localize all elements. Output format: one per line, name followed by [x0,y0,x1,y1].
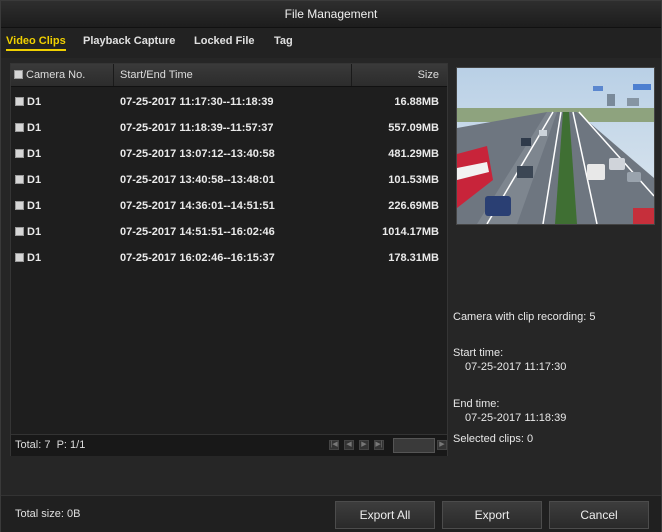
row-size: 481.29MB [388,148,439,160]
select-all-checkbox-icon[interactable] [14,70,23,79]
header-camera-no[interactable]: Camera No. [11,64,113,86]
row-time: 07-25-2017 13:40:58--13:48:01 [120,174,275,186]
start-time-value: 07-25-2017 11:17:30 [465,361,567,373]
header-camera-label: Camera No. [26,69,86,81]
file-management-window: File Management Video Clips Playback Cap… [0,0,662,532]
end-time-value: 07-25-2017 11:18:39 [465,412,567,424]
tab-tag[interactable]: Tag [274,35,293,47]
row-checkbox-icon[interactable] [15,123,24,132]
clip-list-panel: Camera No. Start/End Time Size D1 07-25-… [10,63,448,456]
table-row[interactable]: D1 07-25-2017 14:51:51--16:02:46 1014.17… [11,219,447,245]
camera-with-clip-recording: Camera with clip recording: 5 [453,311,596,323]
row-checkbox-icon[interactable] [15,201,24,210]
row-time: 07-25-2017 11:18:39--11:57:37 [120,122,274,134]
header-size[interactable]: Size [351,64,447,86]
row-camera: D1 [27,200,42,212]
table-row[interactable]: D1 07-25-2017 16:02:46--16:15:37 178.31M… [11,245,447,271]
end-time-label: End time: [453,398,500,410]
pagination-summary: Total: 7 P: 1/1 [15,439,86,451]
start-time-label: Start time: [453,347,504,359]
pagination-bar: Total: 7 P: 1/1 |◀ ◀ ▶ ▶| ▶ [11,434,447,456]
row-time: 07-25-2017 16:02:46--16:15:37 [120,252,275,264]
go-page-icon[interactable]: ▶ [437,440,447,450]
row-size: 226.69MB [388,200,439,212]
row-time: 07-25-2017 13:07:12--13:40:58 [120,148,275,160]
window-title: File Management [1,1,661,28]
row-size: 178.31MB [388,252,439,264]
row-checkbox-icon[interactable] [15,97,24,106]
next-page-icon[interactable]: ▶ [359,440,369,450]
footer-bar: Total size: 0B Export All Export Cancel [1,495,661,532]
row-checkbox-icon[interactable] [15,175,24,184]
first-page-icon[interactable]: |◀ [329,440,339,450]
last-page-icon[interactable]: ▶| [374,440,384,450]
row-camera: D1 [27,252,42,264]
header-start-end-time[interactable]: Start/End Time [113,64,351,86]
row-checkbox-icon[interactable] [15,227,24,236]
table-header: Camera No. Start/End Time Size [11,64,447,87]
row-camera: D1 [27,122,42,134]
row-size: 1014.17MB [382,226,439,238]
total-size: Total size: 0B [15,508,81,520]
cancel-button[interactable]: Cancel [549,501,649,529]
row-size: 557.09MB [388,122,439,134]
tab-playback-capture[interactable]: Playback Capture [83,35,175,47]
row-camera: D1 [27,96,42,108]
row-size: 101.53MB [388,174,439,186]
highway-preview-image [457,68,654,224]
table-row[interactable]: D1 07-25-2017 13:07:12--13:40:58 481.29M… [11,141,447,167]
row-time: 07-25-2017 14:36:01--14:51:51 [120,200,275,212]
row-checkbox-icon[interactable] [15,149,24,158]
row-time: 07-25-2017 11:17:30--11:18:39 [120,96,274,108]
table-row[interactable]: D1 07-25-2017 13:40:58--13:48:01 101.53M… [11,167,447,193]
video-preview-thumbnail [456,67,655,225]
page-number-input[interactable] [393,438,435,453]
row-size: 16.88MB [394,96,439,108]
row-camera: D1 [27,148,42,160]
table-row[interactable]: D1 07-25-2017 11:18:39--11:57:37 557.09M… [11,115,447,141]
table-row[interactable]: D1 07-25-2017 11:17:30--11:18:39 16.88MB [11,89,447,115]
row-camera: D1 [27,226,42,238]
export-all-button[interactable]: Export All [335,501,435,529]
row-checkbox-icon[interactable] [15,253,24,262]
row-time: 07-25-2017 14:51:51--16:02:46 [120,226,275,238]
tab-bar: Video Clips Playback Capture Locked File… [1,28,661,58]
prev-page-icon[interactable]: ◀ [344,440,354,450]
row-camera: D1 [27,174,42,186]
selected-clips: Selected clips: 0 [453,433,534,445]
tab-locked-file[interactable]: Locked File [194,35,255,47]
table-row[interactable]: D1 07-25-2017 14:36:01--14:51:51 226.69M… [11,193,447,219]
export-button[interactable]: Export [442,501,542,529]
tab-video-clips[interactable]: Video Clips [6,35,66,51]
